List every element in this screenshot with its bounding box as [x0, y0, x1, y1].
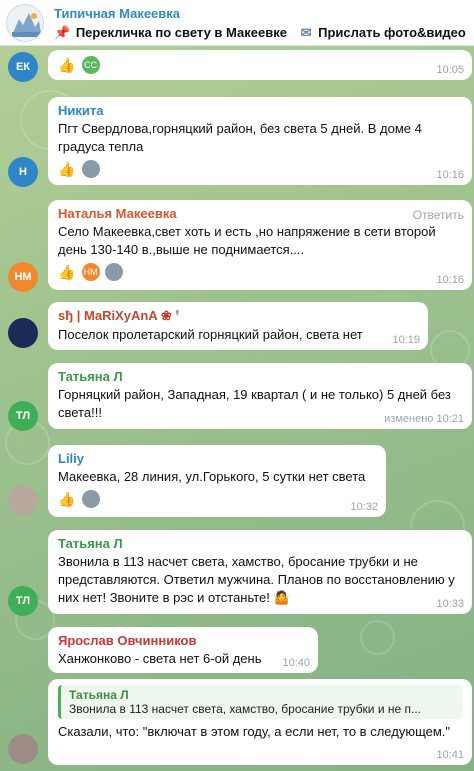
sender-name-text: ѕђ | MaRiXyAnA — [58, 308, 158, 323]
thumbs-up-icon[interactable]: 👍 — [58, 56, 76, 74]
message-text-body: Звонила в 113 насчет света, хамство, бро… — [58, 554, 455, 605]
message-text: Пгт Свердлова,горняцкий район, без света… — [58, 121, 422, 154]
chat-header: Типичная Макеевка 📌 Перекличка по свету … — [0, 0, 474, 46]
avatar[interactable]: НМ — [8, 262, 38, 292]
message-text: Сказали, что: "включат в этом году, а ес… — [58, 724, 451, 739]
sender-name[interactable]: Наталья Макеевка — [58, 206, 462, 221]
message-bubble[interactable]: Наталья Макеевка Ответить Село Макеевка,… — [48, 200, 472, 290]
sender-name[interactable]: Татьяна Л — [58, 536, 462, 551]
message-time: 10:16 — [436, 169, 464, 181]
envelope-icon: ✉ — [300, 24, 312, 40]
reaction-avatar — [81, 160, 100, 178]
reply-quote[interactable]: Татьяна Л Звонила в 113 насчет света, ха… — [58, 685, 462, 719]
message-time: 10:05 — [436, 64, 464, 76]
reactions: 👍 — [58, 160, 462, 180]
avatar[interactable]: ЕК — [8, 52, 38, 82]
message-text: Поселок пролетарский горняцкий район, св… — [58, 327, 363, 342]
message-bubble[interactable]: Никита Пгт Свердлова,горняцкий район, бе… — [48, 97, 472, 185]
reply-button[interactable]: Ответить — [413, 208, 464, 222]
pinned-item-2[interactable]: Прислать фото&видео — [318, 25, 466, 40]
pin-icon: 📌 — [54, 24, 71, 40]
message-time: изменено 10:21 — [384, 413, 464, 425]
reactions: 👍 — [58, 490, 376, 510]
sender-name[interactable]: Татьяна Л — [58, 369, 462, 384]
thumbs-up-icon[interactable]: 👍 — [58, 263, 76, 281]
channel-logo-icon — [7, 5, 43, 41]
avatar[interactable]: ТЛ — [8, 401, 38, 431]
message-time: 10:16 — [436, 274, 464, 286]
message-text: Макеевка, 28 линия, ул.Горького, 5 сутки… — [58, 469, 366, 484]
avatar[interactable] — [8, 734, 38, 764]
sender-name[interactable]: Liliy — [58, 451, 376, 466]
message-text: Звонила в 113 насчет света, хамство, бро… — [58, 553, 462, 607]
pinned-messages-bar[interactable]: 📌 Перекличка по свету в Макеевке ✉ Присл… — [54, 24, 474, 41]
message-bubble[interactable]: Татьяна Л Звонила в 113 насчет света, ха… — [48, 530, 472, 614]
shrug-emoji-icon: 🤷 — [273, 590, 290, 605]
avatar[interactable]: Н — [8, 157, 38, 187]
sender-name[interactable]: Ярослав Овчинников — [58, 633, 308, 648]
avatar[interactable]: ТЛ — [8, 586, 38, 616]
message-text: Село Макеевка,свет хоть и есть ,но напря… — [58, 224, 436, 257]
channel-title[interactable]: Типичная Макеевка — [54, 6, 180, 21]
message-time: 10:33 — [436, 598, 464, 610]
message-time: 10:19 — [392, 334, 420, 346]
rose-icon: ❀ — [160, 308, 172, 323]
message-time: 10:41 — [436, 749, 464, 761]
sender-name[interactable]: ѕђ | MaRiXyAnA ❀ ❜ — [58, 308, 418, 324]
avatar[interactable] — [8, 318, 38, 348]
message-bubble[interactable]: ѕђ | MaRiXyAnA ❀ ❜ Поселок пролетарский … — [48, 302, 428, 350]
thumbs-up-icon[interactable]: 👍 — [58, 490, 76, 508]
avatar[interactable] — [8, 486, 38, 516]
reactions: 👍 CC — [58, 56, 462, 76]
message-text: Ханжонково - света нет 6-ой день — [58, 651, 262, 666]
pinned-item-1[interactable]: Перекличка по свету в Макеевке — [76, 25, 287, 40]
reaction-avatar: CC — [81, 56, 100, 74]
reactions: 👍 НМ — [58, 263, 462, 283]
thumbs-up-icon[interactable]: 👍 — [58, 160, 76, 178]
message-bubble[interactable]: Ярослав Овчинников Ханжонково - света не… — [48, 627, 318, 673]
quote-author: Татьяна Л — [69, 688, 129, 702]
channel-avatar[interactable] — [6, 4, 44, 42]
reaction-avatar — [105, 263, 124, 281]
message-bubble[interactable]: Татьяна Л Звонила в 113 насчет света, ха… — [48, 679, 472, 765]
reaction-avatar — [81, 490, 100, 508]
quote-text: Звонила в 113 насчет света, хамство, бро… — [69, 702, 422, 716]
reaction-avatar: НМ — [81, 263, 100, 281]
edited-label: изменено — [384, 413, 434, 425]
message-time: 10:32 — [350, 501, 378, 513]
message-bubble[interactable]: 👍 CC 10:05 — [48, 50, 472, 80]
message-bubble[interactable]: Татьяна Л Горняцкий район, Западная, 19 … — [48, 363, 472, 429]
time-value: 10:21 — [436, 413, 464, 425]
sender-name[interactable]: Никита — [58, 103, 462, 118]
message-bubble[interactable]: Liliy Макеевка, 28 линия, ул.Горького, 5… — [48, 445, 386, 517]
feather-icon: ❜ — [175, 308, 180, 323]
message-time: 10:40 — [282, 657, 310, 669]
